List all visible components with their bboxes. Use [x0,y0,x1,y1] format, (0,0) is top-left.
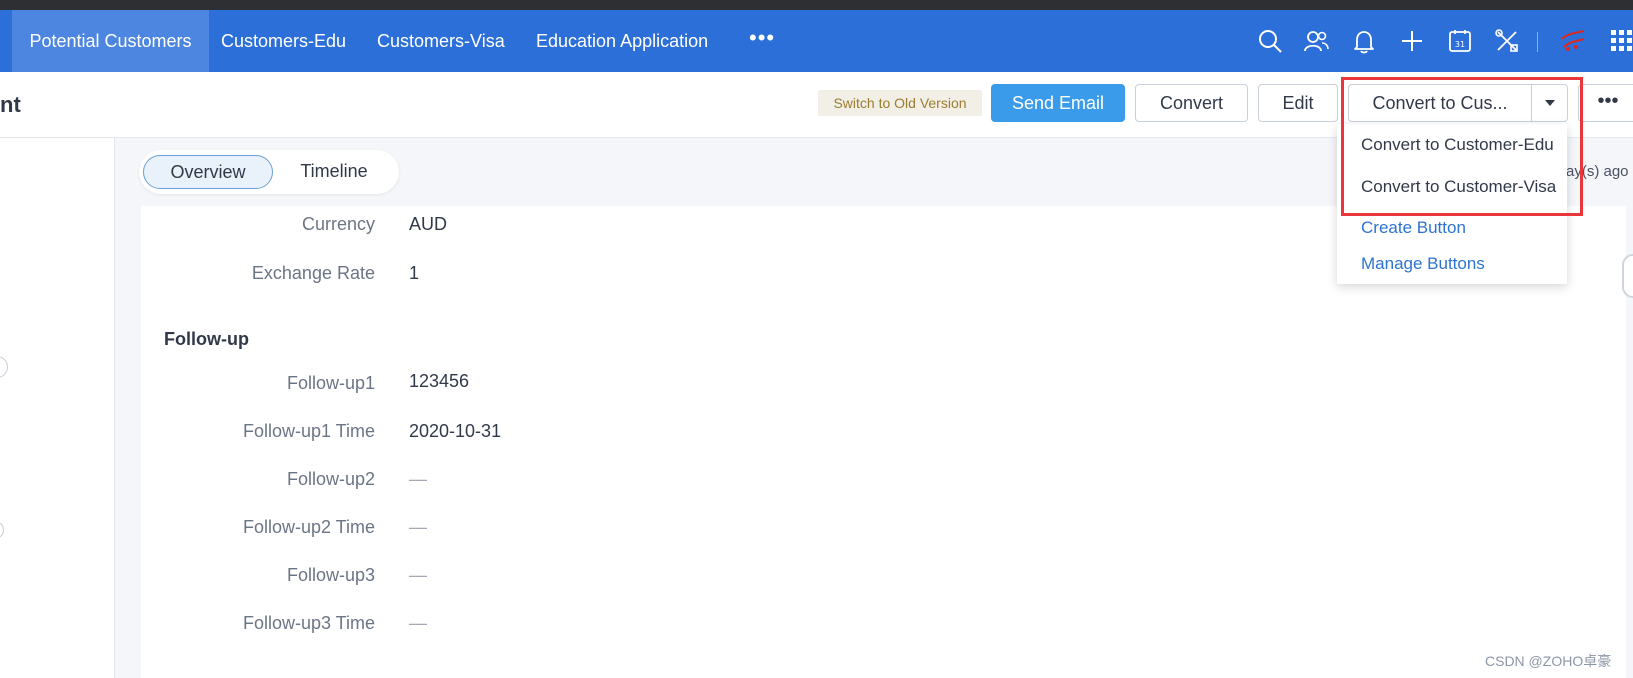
field-value[interactable]: — [409,613,427,634]
nav-tab-customers-edu[interactable]: Customers-Edu [221,10,346,72]
nav-separator [1537,32,1538,52]
convert-button[interactable]: Convert [1135,84,1248,122]
field-label: Follow-up1 Time [242,421,375,441]
field-value[interactable]: — [409,517,427,538]
search-icon[interactable] [1256,27,1284,55]
nav-tab-potential-customers[interactable]: Potential Customers [12,10,209,72]
top-navbar: Potential Customers Customers-Edu Custom… [0,10,1633,72]
tab-timeline[interactable]: Timeline [279,155,389,189]
bell-icon[interactable] [1350,27,1378,55]
field-value[interactable]: 123456 [409,371,469,392]
field-value[interactable]: 2020-10-31 [409,421,501,442]
view-toggle: Overview Timeline [139,150,399,194]
field-label: Follow-up3 Time [242,613,375,633]
left-panel [0,138,115,678]
menu-item-create-button[interactable]: Create Button [1361,218,1466,238]
field-label: Follow-up2 Time [242,517,375,537]
field-value[interactable]: 1 [409,263,419,284]
contacts-icon[interactable] [1302,27,1330,55]
nav-tab-education-application[interactable]: Education Application [536,10,708,72]
tab-overview[interactable]: Overview [143,155,273,189]
menu-item-manage-buttons[interactable]: Manage Buttons [1361,254,1485,274]
field-value[interactable]: AUD [409,214,447,235]
field-label: Follow-up1 [286,373,375,393]
section-title-follow-up: Follow-up [164,329,249,349]
watermark: CSDN @ZOHO卓豪 [1485,653,1612,669]
more-actions-button[interactable]: ••• [1578,84,1633,122]
field-label: Currency [301,214,375,234]
field-value[interactable]: — [409,565,427,586]
highlight-annotation-box [1341,77,1583,216]
left-panel-indicator [0,521,4,539]
page-title: nt [0,92,21,117]
calendar-icon[interactable]: 31 [1446,27,1474,55]
apps-grid-icon[interactable] [1608,27,1633,55]
field-label: Exchange Rate [251,263,375,283]
brand-logo-icon[interactable] [1558,27,1586,55]
nav-more-tabs-button[interactable]: ••• [749,10,775,72]
field-label: Follow-up2 [286,469,375,489]
send-email-button[interactable]: Send Email [991,84,1125,122]
window-top-strip [0,0,1633,10]
switch-old-version-button[interactable]: Switch to Old Version [818,90,982,116]
field-label: Follow-up3 [286,565,375,585]
svg-text:31: 31 [1455,40,1465,49]
edit-button[interactable]: Edit [1258,84,1338,122]
tools-icon[interactable] [1493,27,1521,55]
nav-tab-customers-visa[interactable]: Customers-Visa [377,10,505,72]
left-panel-avatar [0,356,8,378]
plus-icon[interactable] [1398,27,1426,55]
field-value[interactable]: — [409,469,427,490]
side-panel-handle[interactable] [1622,254,1633,298]
